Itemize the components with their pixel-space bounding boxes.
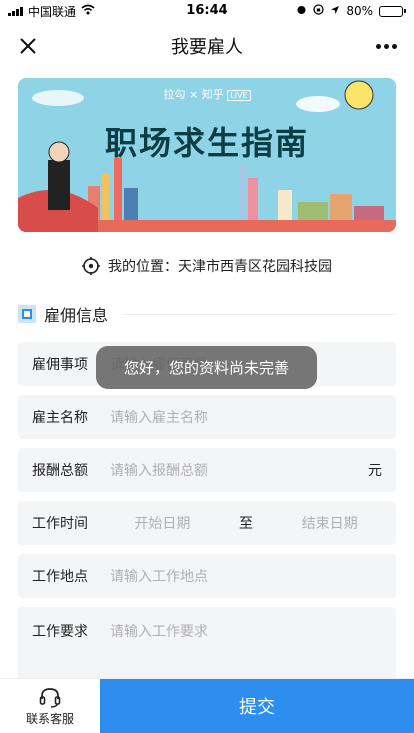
close-icon bbox=[20, 38, 36, 54]
work-time-field[interactable]: 工作时间 开始日期 至 结束日期 bbox=[18, 501, 396, 545]
alarm-icon bbox=[296, 4, 307, 18]
close-button[interactable] bbox=[14, 32, 42, 60]
signal-icon bbox=[8, 6, 23, 16]
currency-unit: 元 bbox=[368, 463, 382, 479]
work-requirements-field[interactable]: 工作要求 请输入工作要求 bbox=[18, 607, 396, 681]
nav-bar: 我要雇人 bbox=[0, 22, 414, 70]
brand-lagou: 拉勾 bbox=[163, 88, 186, 101]
field-label: 工作时间 bbox=[32, 516, 88, 532]
work-requirements-textarea[interactable]: 请输入工作要求 bbox=[110, 621, 382, 641]
battery-icon bbox=[379, 5, 406, 17]
banner-headline: 职场求生指南 bbox=[104, 124, 309, 162]
employer-name-field[interactable]: 雇主名称 请输入雇主名称 bbox=[18, 395, 396, 439]
employer-name-input[interactable]: 请输入雇主名称 bbox=[110, 407, 382, 427]
pay-total-input[interactable]: 请输入报酬总额 bbox=[110, 460, 368, 480]
customer-service-button[interactable]: 联系客服 bbox=[0, 679, 100, 733]
divider bbox=[122, 313, 396, 315]
live-badge: LIVE bbox=[227, 90, 251, 101]
field-label: 雇主名称 bbox=[32, 410, 88, 426]
current-location[interactable]: 我的位置：天津市西青区花园科技园 bbox=[0, 256, 414, 276]
field-label: 工作要求 bbox=[32, 624, 88, 640]
brand-zhihu: 知乎 bbox=[201, 88, 224, 101]
location-arrow-icon bbox=[330, 4, 340, 18]
headset-icon bbox=[39, 687, 61, 708]
field-label: 报酬总额 bbox=[32, 463, 88, 479]
more-dot-icon bbox=[391, 43, 397, 49]
battery-percent: 80% bbox=[346, 4, 373, 18]
carrier: 中国联通 bbox=[28, 4, 77, 19]
bottom-bar: 联系客服 提交 bbox=[0, 678, 414, 733]
status-bar: 中国联通 16:44 80% bbox=[0, 0, 414, 22]
more-button[interactable] bbox=[372, 32, 400, 60]
section-title: 雇佣信息 bbox=[44, 306, 109, 325]
rotation-lock-icon bbox=[313, 4, 324, 18]
toast-message: 您好，您的资料尚未完善 bbox=[96, 346, 317, 389]
work-place-field[interactable]: 工作地点 请输入工作地点 bbox=[18, 554, 396, 598]
section-square-icon bbox=[18, 305, 36, 323]
locate-icon bbox=[82, 257, 100, 275]
wifi-icon bbox=[81, 4, 95, 18]
customer-service-label: 联系客服 bbox=[25, 711, 74, 726]
section-header: 雇佣信息 bbox=[18, 302, 396, 326]
submit-button[interactable]: 提交 bbox=[100, 679, 414, 733]
pay-total-field[interactable]: 报酬总额 请输入报酬总额 元 bbox=[18, 448, 396, 492]
more-dot-icon bbox=[383, 43, 389, 49]
start-date-picker[interactable]: 开始日期 bbox=[134, 513, 190, 533]
page-title: 我要雇人 bbox=[171, 37, 243, 58]
location-text: 我的位置：天津市西青区花园科技园 bbox=[108, 259, 332, 275]
more-dot-icon bbox=[375, 43, 381, 49]
work-place-input[interactable]: 请输入工作地点 bbox=[110, 566, 382, 586]
brand-separator: × bbox=[188, 88, 199, 101]
promo-banner[interactable]: 拉勾 × 知乎 LIVE 职场求生指南 bbox=[18, 78, 396, 232]
range-separator: 至 bbox=[238, 516, 253, 532]
banner-brands: 拉勾 × 知乎 LIVE bbox=[18, 86, 396, 102]
field-label: 工作地点 bbox=[32, 569, 88, 585]
end-date-picker[interactable]: 结束日期 bbox=[302, 513, 358, 533]
